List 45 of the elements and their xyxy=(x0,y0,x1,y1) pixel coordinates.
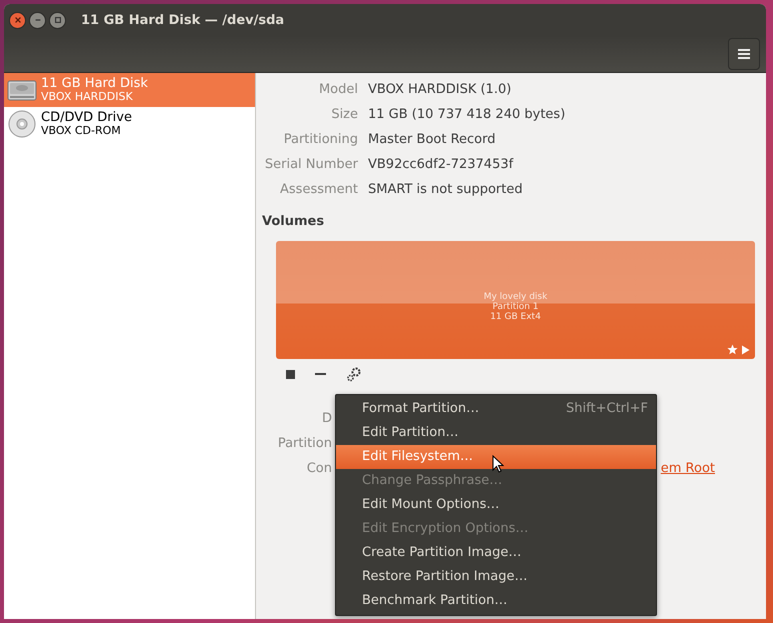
detail-label: Partitioning xyxy=(282,131,358,149)
device-name: CD/DVD Drive xyxy=(41,111,132,126)
close-button[interactable] xyxy=(9,12,26,28)
maximize-icon xyxy=(54,16,62,24)
detail-label: D xyxy=(320,410,332,428)
device-item[interactable]: CD/DVD Drive VBOX CD-ROM xyxy=(4,107,255,141)
detail-label: Serial Number xyxy=(264,156,358,174)
menu-item[interactable]: Format Partition… Shift+Ctrl+F xyxy=(336,397,656,421)
gears-icon[interactable] xyxy=(346,366,362,382)
partition-caption: Partition 1 xyxy=(492,302,539,312)
menu-item[interactable]: Restore Partition Image… xyxy=(336,565,656,589)
menu-button[interactable] xyxy=(728,38,760,70)
detail-value: VB92cc6df2-7237453f xyxy=(368,156,514,174)
detail-label: Model xyxy=(318,81,358,99)
partition-caption: My lovely disk xyxy=(484,292,548,302)
minimize-button[interactable] xyxy=(29,12,46,28)
detail-label: Size xyxy=(330,106,358,124)
menu-icon xyxy=(738,49,750,59)
stop-icon[interactable] xyxy=(286,370,295,378)
star-icon xyxy=(727,344,738,355)
detail-value: SMART is not supported xyxy=(368,181,524,199)
mount-link[interactable]: em Root xyxy=(660,460,715,478)
menu-item[interactable]: Create Partition Image… xyxy=(336,541,656,565)
mouse-pointer-icon xyxy=(492,455,504,473)
play-icon xyxy=(741,344,750,354)
menu-item[interactable]: Edit Mount Options… xyxy=(336,493,656,517)
device-name: 11 GB Hard Disk xyxy=(41,77,148,92)
minus-icon[interactable] xyxy=(315,372,326,376)
optical-disc-icon xyxy=(7,110,37,138)
detail-value: VBOX HARDDISK (1.0) xyxy=(368,81,512,99)
volumes-heading: Volumes xyxy=(262,214,326,229)
detail-label: Con xyxy=(306,460,332,478)
menu-item[interactable]: Benchmark Partition… xyxy=(336,589,656,613)
device-model: VBOX HARDDISK xyxy=(41,91,134,103)
menu-item[interactable]: Edit Partition… xyxy=(336,421,656,445)
close-icon xyxy=(14,16,22,24)
detail-label: Assessment xyxy=(279,181,358,199)
maximize-button[interactable] xyxy=(49,12,66,28)
detail-value: Master Boot Record xyxy=(368,131,496,149)
partition-caption: 11 GB Ext4 xyxy=(490,312,541,322)
window-title: 11 GB Hard Disk — /dev/sda xyxy=(81,12,284,28)
detail-label: Partition xyxy=(276,435,332,453)
shortcut-label: Shift+Ctrl+F xyxy=(566,400,648,418)
device-model: VBOX CD-ROM xyxy=(41,125,122,137)
detail-value: 11 GB (10 737 418 240 bytes) xyxy=(368,106,566,124)
